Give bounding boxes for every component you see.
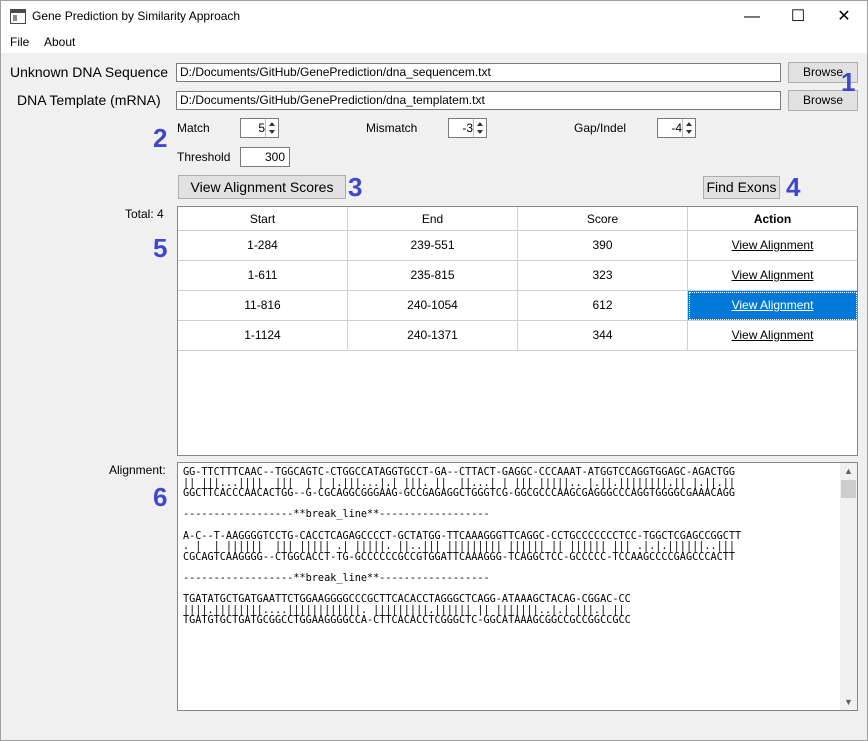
- unknown-sequence-label: Unknown DNA Sequence: [10, 64, 168, 80]
- threshold-label: Threshold: [177, 150, 231, 164]
- menu-about[interactable]: About: [44, 35, 75, 49]
- total-count: Total: 4: [125, 207, 164, 221]
- cell-start: 1-611: [178, 261, 348, 291]
- view-alignment-scores-button[interactable]: View Alignment Scores: [178, 175, 346, 199]
- view-alignment-link[interactable]: View Alignment: [688, 231, 857, 261]
- spin-arrows[interactable]: [682, 119, 695, 137]
- unknown-sequence-path-field[interactable]: D:/Documents/GitHub/GenePrediction/dna_s…: [176, 63, 781, 82]
- cell-end: 235-815: [348, 261, 518, 291]
- gap-label: Gap/Indel: [574, 121, 627, 135]
- match-value: 5: [258, 121, 265, 135]
- scroll-thumb[interactable]: [841, 480, 856, 498]
- template-label: DNA Template (mRNA): [17, 92, 161, 108]
- title-bar: Gene Prediction by Similarity Approach —…: [0, 0, 868, 32]
- table-row: 11-816 240-1054 612 View Alignment: [178, 291, 857, 321]
- results-table: Start End Score Action 1-284 239-551 390…: [177, 206, 858, 456]
- cell-start: 11-816: [178, 291, 348, 321]
- template-path-field[interactable]: D:/Documents/GitHub/GenePrediction/dna_t…: [176, 91, 781, 110]
- cell-start: 1-284: [178, 231, 348, 261]
- scroll-up-icon[interactable]: ▲: [844, 466, 853, 476]
- maximize-button[interactable]: ☐: [775, 1, 821, 32]
- close-button[interactable]: ✕: [821, 1, 867, 32]
- header-end[interactable]: End: [348, 207, 518, 231]
- cell-score: 390: [518, 231, 688, 261]
- marker-4: 4: [786, 172, 801, 202]
- match-spinbox[interactable]: 5: [240, 118, 279, 138]
- menu-file[interactable]: File: [10, 35, 29, 49]
- table-header-row: Start End Score Action: [178, 207, 857, 231]
- match-label: Match: [177, 121, 210, 135]
- cell-score: 612: [518, 291, 688, 321]
- mismatch-value: -3: [462, 121, 473, 135]
- scroll-down-icon[interactable]: ▼: [844, 697, 853, 707]
- cell-score: 323: [518, 261, 688, 291]
- view-alignment-link-selected[interactable]: View Alignment: [688, 291, 857, 321]
- threshold-value: 300: [264, 150, 285, 164]
- marker-5: 5: [153, 233, 168, 263]
- alignment-text-area[interactable]: GG-TTCTTTCAAC--TGGCAGTC-CTGGCCATAGGTGCCT…: [177, 462, 858, 711]
- gap-value: -4: [671, 121, 682, 135]
- marker-2: 2: [153, 123, 168, 153]
- cell-score: 344: [518, 321, 688, 351]
- cell-start: 1-1124: [178, 321, 348, 351]
- header-start[interactable]: Start: [178, 207, 348, 231]
- cell-end: 240-1371: [348, 321, 518, 351]
- header-score[interactable]: Score: [518, 207, 688, 231]
- window-title: Gene Prediction by Similarity Approach: [32, 9, 241, 23]
- mismatch-spinbox[interactable]: -3: [448, 118, 487, 138]
- table-row: 1-284 239-551 390 View Alignment: [178, 231, 857, 261]
- threshold-field[interactable]: 300: [240, 147, 290, 167]
- marker-6: 6: [153, 482, 168, 512]
- alignment-label: Alignment:: [109, 463, 166, 477]
- spin-arrows[interactable]: [473, 119, 486, 137]
- find-exons-button[interactable]: Find Exons: [703, 176, 780, 199]
- cell-end: 240-1054: [348, 291, 518, 321]
- table-row: 1-1124 240-1371 344 View Alignment: [178, 321, 857, 351]
- menu-bar: File About: [0, 31, 868, 53]
- view-alignment-link[interactable]: View Alignment: [688, 321, 857, 351]
- marker-3: 3: [348, 172, 363, 202]
- header-action[interactable]: Action: [688, 207, 857, 231]
- gap-spinbox[interactable]: -4: [657, 118, 696, 138]
- mismatch-label: Mismatch: [366, 121, 418, 135]
- alignment-scrollbar[interactable]: ▲ ▼: [840, 463, 857, 710]
- minimize-button[interactable]: —: [729, 1, 775, 32]
- cell-end: 239-551: [348, 231, 518, 261]
- table-row: 1-611 235-815 323 View Alignment: [178, 261, 857, 291]
- view-alignment-link[interactable]: View Alignment: [688, 261, 857, 291]
- app-icon: [10, 9, 26, 24]
- marker-1: 1: [841, 67, 856, 97]
- spin-arrows[interactable]: [265, 119, 278, 137]
- alignment-text: GG-TTCTTTCAAC--TGGCAGTC-CTGGCCATAGGTGCCT…: [183, 467, 742, 627]
